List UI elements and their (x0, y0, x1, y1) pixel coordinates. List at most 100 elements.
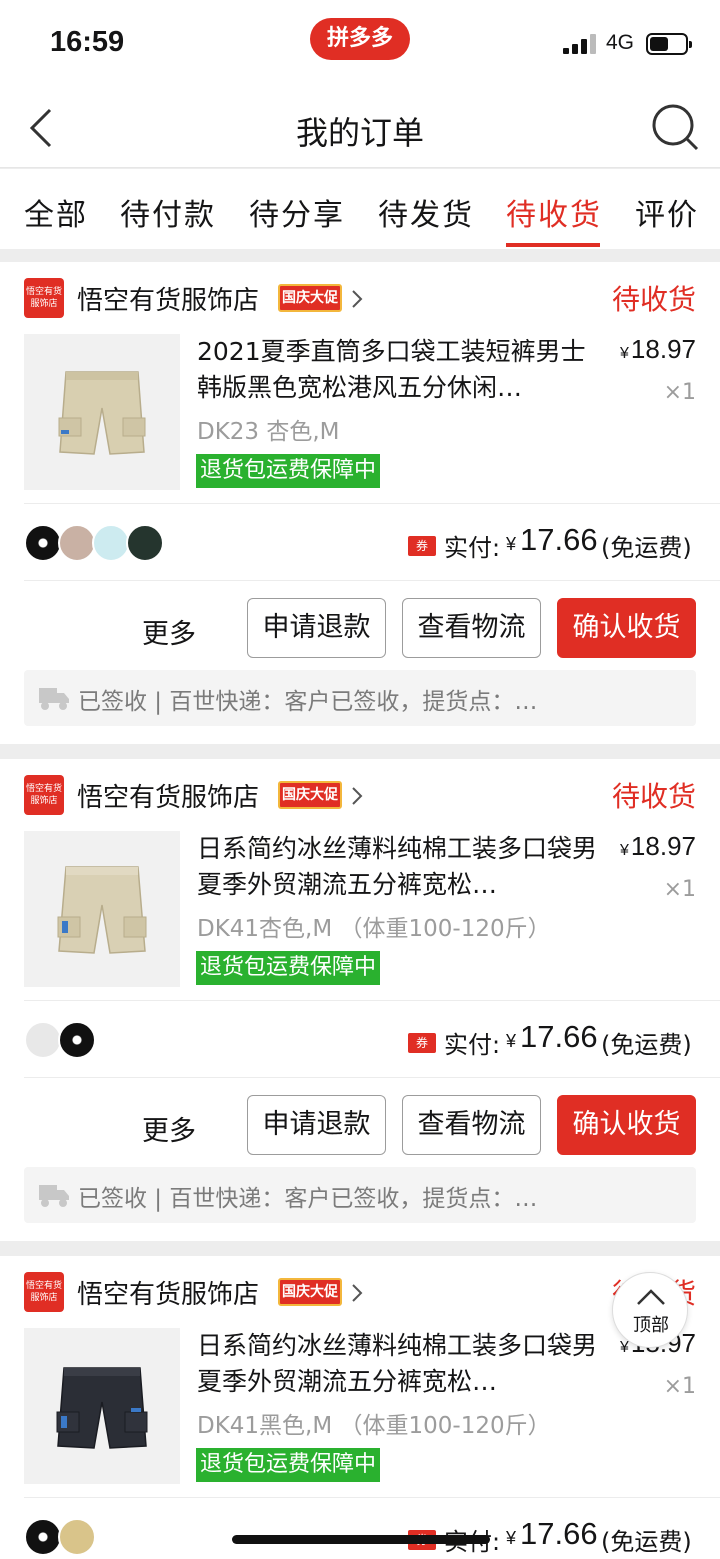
product-image[interactable] (24, 1328, 180, 1484)
logistics-info[interactable]: 已签收 | 百世快递：客户已签收，提货点：… (24, 1167, 696, 1223)
arrow-up-icon (637, 1289, 665, 1305)
currency-symbol: ¥ (506, 1528, 517, 1548)
product-quantity: ×1 (663, 380, 696, 405)
product-spec: DK41黑色,M （体重100-120斤） (197, 1413, 551, 1439)
product-quantity: ×1 (663, 1374, 696, 1399)
avatar (92, 524, 130, 562)
more-button[interactable]: 更多 (142, 612, 196, 651)
currency-symbol: ¥ (506, 1031, 517, 1051)
shipping-note: (免运费) (601, 1528, 692, 1556)
order-tabs: 全部 待付款 待分享 待发货 待收货 评价 (0, 169, 720, 249)
avatar (24, 1518, 62, 1556)
product-image[interactable] (24, 831, 180, 987)
back-to-top-label: 顶部 (633, 1315, 669, 1336)
paid-value: 17.66 (520, 522, 598, 557)
store-logo: 悟空有货服饰店 (24, 278, 64, 318)
shipping-note: (免运费) (601, 534, 692, 562)
guarantee-badge: 退货包运费保障中 (196, 1448, 381, 1482)
paid-value: 17.66 (520, 1516, 598, 1551)
tab-pending-payment[interactable]: 待付款 (120, 190, 216, 234)
currency-symbol: ¥ (620, 345, 629, 362)
refund-button[interactable]: 申请退款 (247, 1095, 386, 1155)
promo-badge: 国庆大促 (278, 1278, 342, 1306)
product-price: ¥18.97 (620, 831, 696, 862)
truck-icon (39, 688, 69, 710)
logistics-text: 已签收 | 百世快递：客户已签收，提货点：… (78, 1186, 538, 1212)
tab-pending-share[interactable]: 待分享 (249, 190, 345, 234)
guarantee-badge: 退货包运费保障中 (196, 454, 381, 488)
paid-amount: ¥17.66 (506, 1019, 598, 1055)
divider (24, 1000, 720, 1001)
product-title[interactable]: 日系简约冰丝薄料纯棉工装多口袋男夏季外贸潮流五分裤宽松… (197, 1328, 597, 1400)
logistics-text: 已签收 | 百世快递：客户已签收，提货点：… (78, 689, 538, 715)
tab-all[interactable]: 全部 (24, 190, 88, 234)
paid-amount: ¥17.66 (506, 1516, 598, 1552)
tab-pending-receipt[interactable]: 待收货 (506, 190, 602, 234)
confirm-receipt-button[interactable]: 确认收货 (557, 1095, 696, 1155)
battery-icon (646, 33, 692, 55)
order-card: 悟空有货服饰店 悟空有货服饰店 国庆大促 待收货 2021夏季直筒多口袋工装短裤… (0, 262, 720, 744)
paid-value: 17.66 (520, 1019, 598, 1054)
divider (24, 1497, 720, 1498)
chevron-right-icon[interactable] (350, 288, 364, 310)
store-name[interactable]: 悟空有货服饰店 (77, 777, 259, 814)
product-title[interactable]: 2021夏季直筒多口袋工装短裤男士韩版黑色宽松港风五分休闲… (197, 334, 597, 406)
view-logistics-button[interactable]: 查看物流 (402, 598, 541, 658)
logistics-info[interactable]: 已签收 | 百世快递：客户已签收，提货点：… (24, 670, 696, 726)
refund-button[interactable]: 申请退款 (247, 598, 386, 658)
page-title: 我的订单 (295, 114, 424, 152)
price-value: 18.97 (630, 334, 696, 364)
shipping-note: (免运费) (601, 1031, 692, 1059)
app-logo: 拼多多 (310, 18, 410, 60)
avatar (58, 1021, 96, 1059)
store-name[interactable]: 悟空有货服饰店 (77, 280, 259, 317)
paid-label: 实付: (444, 534, 501, 562)
nav-bar: 我的订单 (0, 86, 720, 168)
signal-icon (563, 34, 599, 54)
chevron-right-icon[interactable] (350, 1282, 364, 1304)
store-logo: 悟空有货服饰店 (24, 1272, 64, 1312)
confirm-receipt-button[interactable]: 确认收货 (557, 598, 696, 658)
home-indicator[interactable] (232, 1535, 490, 1544)
order-status: 待收货 (611, 283, 696, 316)
promo-badge: 国庆大促 (278, 781, 342, 809)
coupon-icon: 券 (408, 536, 436, 556)
active-tab-indicator (506, 243, 600, 247)
search-icon[interactable] (650, 102, 700, 152)
order-card: 悟空有货服饰店 悟空有货服饰店 国庆大促 待收货 日系简约冰丝薄料纯棉工装多口袋… (0, 759, 720, 1241)
divider (24, 1077, 720, 1078)
currency-symbol: ¥ (620, 1339, 629, 1356)
avatar (24, 1021, 62, 1059)
truck-icon (39, 1185, 69, 1207)
status-time: 16:59 (50, 26, 125, 58)
product-quantity: ×1 (663, 877, 696, 902)
order-status: 待收货 (611, 780, 696, 813)
avatar (126, 524, 164, 562)
coupon-icon: 券 (408, 1033, 436, 1053)
paid-amount: ¥17.66 (506, 522, 598, 558)
back-to-top-button[interactable]: 顶部 (612, 1272, 688, 1348)
status-bar: 16:59 拼多多 4G (0, 0, 720, 86)
price-value: 18.97 (630, 831, 696, 861)
network-type: 4G (606, 31, 635, 54)
product-title[interactable]: 日系简约冰丝薄料纯棉工装多口袋男夏季外贸潮流五分裤宽松… (197, 831, 597, 903)
avatar (58, 1518, 96, 1556)
promo-badge: 国庆大促 (278, 284, 342, 312)
divider (24, 580, 720, 581)
currency-symbol: ¥ (506, 534, 517, 554)
avatar (24, 524, 62, 562)
chevron-right-icon[interactable] (350, 785, 364, 807)
divider (24, 503, 720, 504)
product-price: ¥18.97 (620, 334, 696, 365)
tab-review[interactable]: 评价 (635, 190, 699, 234)
tab-pending-shipment[interactable]: 待发货 (378, 190, 474, 234)
store-logo: 悟空有货服饰店 (24, 775, 64, 815)
product-image[interactable] (24, 334, 180, 490)
view-logistics-button[interactable]: 查看物流 (402, 1095, 541, 1155)
paid-label: 实付: (444, 1031, 501, 1059)
more-button[interactable]: 更多 (142, 1109, 196, 1148)
product-spec: DK23 杏色,M (197, 419, 340, 445)
avatar (58, 524, 96, 562)
store-name[interactable]: 悟空有货服饰店 (77, 1274, 259, 1311)
guarantee-badge: 退货包运费保障中 (196, 951, 381, 985)
